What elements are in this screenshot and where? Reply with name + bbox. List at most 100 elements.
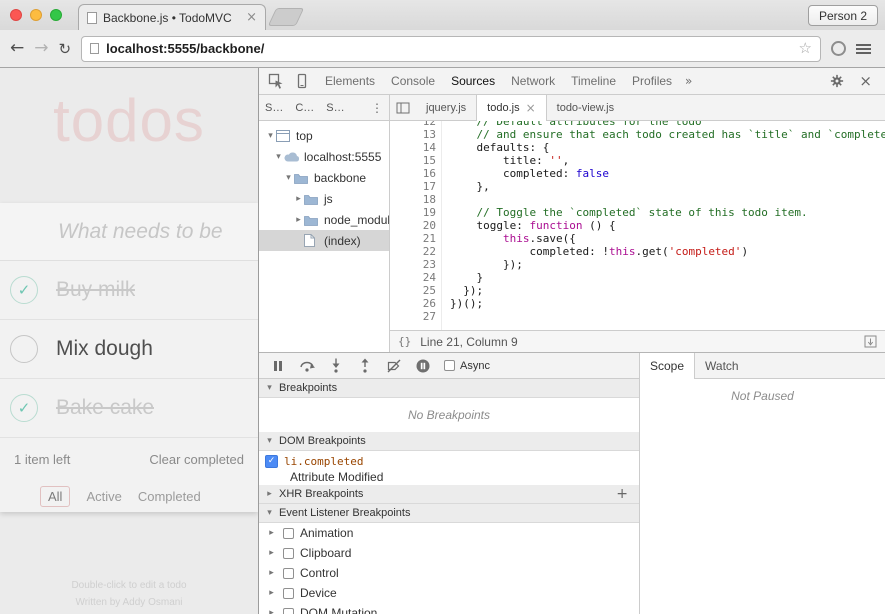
profile-button[interactable]: Person 2 — [807, 5, 878, 26]
code-line[interactable]: 23 }); — [390, 258, 885, 271]
filter-all[interactable]: All — [40, 485, 71, 507]
code-line[interactable]: 17 }, — [390, 180, 885, 193]
expander-closed-icon[interactable]: ▸ — [264, 489, 275, 499]
tab-scope[interactable]: Scope — [640, 353, 696, 379]
code-line[interactable]: 14 defaults: { — [390, 141, 885, 154]
line-number[interactable]: 14 — [390, 141, 442, 154]
navigator-tab-sources[interactable]: S… — [259, 102, 289, 114]
todo-label[interactable]: Mix dough — [56, 337, 153, 361]
code-line[interactable]: 20 toggle: function () { — [390, 219, 885, 232]
code-editor[interactable]: 12 // Default attributes for the todo 13 … — [390, 121, 885, 330]
tab-close-icon[interactable]: × — [246, 11, 257, 24]
panel-toggle-icon[interactable] — [864, 335, 877, 348]
line-number[interactable]: 20 — [390, 219, 442, 232]
tab-timeline[interactable]: Timeline — [563, 68, 624, 94]
expander-closed-icon[interactable]: ▸ — [266, 548, 277, 558]
minimize-window-button[interactable] — [30, 9, 42, 21]
todo-item[interactable]: ✓ Bake cake — [0, 379, 258, 438]
step-out-icon[interactable] — [353, 355, 377, 377]
code-line[interactable]: 13 // and ensure that each todo created … — [390, 128, 885, 141]
code-line[interactable]: 24 } — [390, 271, 885, 284]
line-number[interactable]: 22 — [390, 245, 442, 258]
code-line[interactable]: 22 completed: !this.get('completed') — [390, 245, 885, 258]
line-number[interactable]: 16 — [390, 167, 442, 180]
expander-closed-icon[interactable]: ▸ — [266, 528, 277, 538]
url-text[interactable]: localhost:5555/backbone/ — [106, 41, 791, 56]
expander-closed-icon[interactable]: ▸ — [266, 608, 277, 614]
reload-button[interactable]: ↻ — [59, 40, 72, 58]
todo-item[interactable]: Mix dough — [0, 320, 258, 379]
deactivate-breakpoints-icon[interactable] — [382, 355, 406, 377]
code-line[interactable]: 19 // Toggle the `completed` state of th… — [390, 206, 885, 219]
inspect-element-icon[interactable] — [263, 68, 289, 94]
code-line[interactable]: 12 // Default attributes for the todo — [390, 121, 885, 128]
event-category-checkbox[interactable] — [283, 607, 294, 614]
zoom-window-button[interactable] — [50, 9, 62, 21]
code-line[interactable]: 27 — [390, 310, 885, 323]
tab-console[interactable]: Console — [383, 68, 443, 94]
breakpoints-section-header[interactable]: ▾ Breakpoints — [259, 379, 639, 398]
dom-breakpoint-entry[interactable]: ✓ li.completed Attribute Modified — [259, 451, 639, 485]
dom-breakpoints-section-header[interactable]: ▾ DOM Breakpoints — [259, 432, 639, 451]
code-line[interactable]: 21 this.save({ — [390, 232, 885, 245]
step-over-icon[interactable] — [295, 355, 319, 377]
editor-tab-jquery[interactable]: jquery.js — [416, 95, 476, 120]
event-category-checkbox[interactable] — [283, 527, 294, 539]
expander-closed-icon[interactable]: ▸ — [266, 588, 277, 598]
devtools-close-icon[interactable]: × — [850, 72, 881, 90]
expander-closed-icon[interactable]: ▸ — [293, 215, 304, 225]
async-checkbox[interactable] — [444, 360, 455, 371]
new-tab-button[interactable] — [267, 8, 305, 26]
dom-breakpoint-checkbox[interactable]: ✓ — [265, 454, 278, 468]
expander-closed-icon[interactable]: ▸ — [293, 194, 304, 204]
async-checkbox-group[interactable]: Async — [444, 360, 490, 372]
event-category-clipboard[interactable]: ▸ Clipboard — [259, 543, 639, 563]
line-number[interactable]: 26 — [390, 297, 442, 310]
line-number[interactable]: 13 — [390, 128, 442, 141]
browser-tab[interactable]: Backbone.js • TodoMVC × — [78, 4, 266, 30]
expander-open-icon[interactable]: ▾ — [283, 173, 294, 183]
todo-toggle-unchecked[interactable] — [10, 335, 38, 363]
event-category-dom-mutation[interactable]: ▸ DOM Mutation — [259, 603, 639, 614]
line-number[interactable]: 18 — [390, 193, 442, 206]
pretty-print-icon[interactable]: {} — [398, 335, 411, 348]
event-category-animation[interactable]: ▸ Animation — [259, 523, 639, 543]
settings-gear-icon[interactable] — [824, 68, 850, 94]
code-line[interactable]: 15 title: '', — [390, 154, 885, 167]
line-number[interactable]: 19 — [390, 206, 442, 219]
tree-item-backbone[interactable]: ▾ backbone — [259, 167, 389, 188]
navigator-tab-snippets[interactable]: S… — [320, 102, 350, 114]
expander-open-icon[interactable]: ▾ — [264, 508, 275, 518]
tab-profiles[interactable]: Profiles — [624, 68, 680, 94]
todo-item[interactable]: ✓ Buy milk — [0, 261, 258, 320]
address-bar[interactable]: localhost:5555/backbone/ ☆ — [81, 35, 821, 62]
tree-item-js[interactable]: ▸ js — [259, 188, 389, 209]
more-tabs-icon[interactable]: » — [680, 74, 697, 88]
tree-item-index[interactable]: (index) — [259, 230, 389, 251]
line-number[interactable]: 15 — [390, 154, 442, 167]
pause-on-exceptions-icon[interactable] — [411, 355, 435, 377]
navigator-toggle-icon[interactable] — [390, 95, 416, 120]
new-todo-input[interactable]: What needs to be — [0, 203, 258, 261]
code-line[interactable]: 25 }); — [390, 284, 885, 297]
xhr-breakpoints-section-header[interactable]: ▸ XHR Breakpoints + — [259, 485, 639, 504]
line-number[interactable]: 27 — [390, 310, 442, 323]
editor-tab-todo[interactable]: todo.js × — [476, 95, 547, 121]
menu-icon[interactable] — [856, 43, 871, 54]
event-listener-breakpoints-section-header[interactable]: ▾ Event Listener Breakpoints — [259, 504, 639, 523]
expander-open-icon[interactable]: ▾ — [264, 383, 275, 393]
line-number[interactable]: 21 — [390, 232, 442, 245]
line-number[interactable]: 23 — [390, 258, 442, 271]
todo-toggle-checked[interactable]: ✓ — [10, 276, 38, 304]
editor-tab-close-icon[interactable]: × — [526, 95, 536, 121]
filter-completed[interactable]: Completed — [138, 489, 201, 504]
bookmark-star-icon[interactable]: ☆ — [799, 41, 812, 56]
filter-active[interactable]: Active — [86, 489, 121, 504]
extension-icon[interactable] — [831, 41, 846, 56]
event-category-checkbox[interactable] — [283, 587, 294, 599]
editor-tab-todo-view[interactable]: todo-view.js — [547, 95, 624, 120]
expander-open-icon[interactable]: ▾ — [264, 436, 275, 446]
add-xhr-breakpoint-button[interactable]: + — [610, 486, 634, 502]
step-into-icon[interactable] — [324, 355, 348, 377]
code-line[interactable]: 18 — [390, 193, 885, 206]
